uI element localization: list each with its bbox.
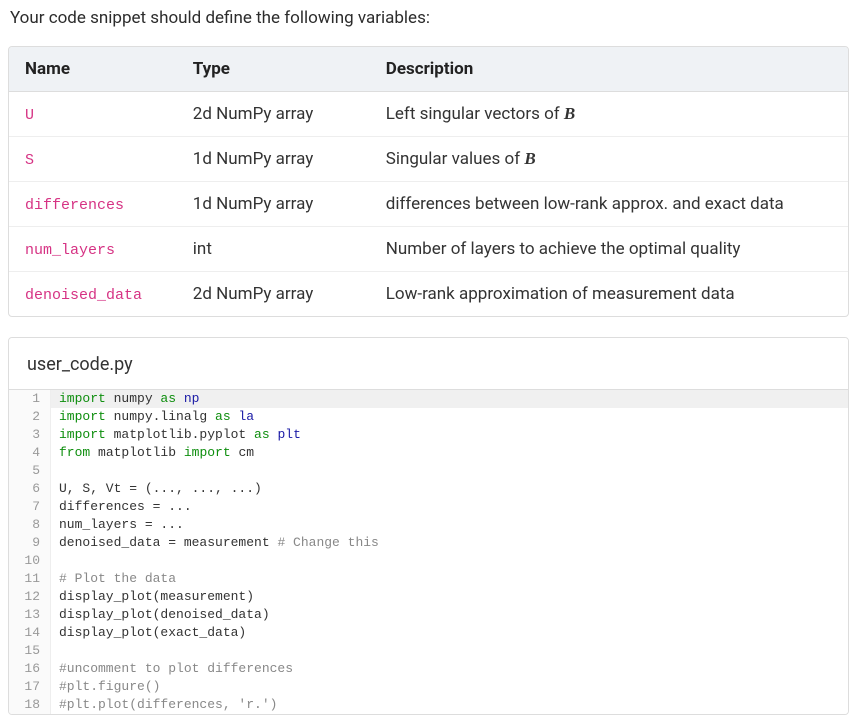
line-number: 18 (9, 696, 51, 714)
cell-var-desc: Low-rank approximation of measurement da… (370, 272, 848, 317)
cell-var-name: denoised_data (9, 272, 177, 317)
th-type: Type (177, 47, 370, 92)
cell-var-name: differences (9, 182, 177, 227)
code-line[interactable]: 1import numpy as np (9, 390, 848, 408)
table-header-row: Name Type Description (9, 47, 848, 92)
code-line[interactable]: 12display_plot(measurement) (9, 588, 848, 606)
code-content[interactable]: # Plot the data (51, 570, 176, 588)
table-row: S 1d NumPy arraySingular values of B (9, 137, 848, 182)
code-content[interactable]: import numpy.linalg as la (51, 408, 254, 426)
code-content[interactable]: display_plot(denoised_data) (51, 606, 270, 624)
code-content[interactable]: display_plot(measurement) (51, 588, 254, 606)
line-number: 17 (9, 678, 51, 696)
intro-text: Your code snippet should define the foll… (10, 8, 849, 28)
line-number: 15 (9, 642, 51, 660)
line-number: 12 (9, 588, 51, 606)
line-number: 7 (9, 498, 51, 516)
cell-var-type: 1d NumPy array (177, 137, 370, 182)
code-line[interactable]: 9denoised_data = measurement # Change th… (9, 534, 848, 552)
code-content[interactable]: display_plot(exact_data) (51, 624, 246, 642)
cell-var-desc: Left singular vectors of B (370, 92, 848, 137)
code-content[interactable]: num_layers = ... (51, 516, 184, 534)
line-number: 3 (9, 426, 51, 444)
code-line[interactable]: 18#plt.plot(differences, 'r.') (9, 696, 848, 714)
code-editor[interactable]: 1import numpy as np2import numpy.linalg … (9, 390, 848, 714)
variable-code: U (25, 107, 34, 124)
code-content[interactable]: differences = ... (51, 498, 192, 516)
code-filename: user_code.py (9, 338, 848, 390)
cell-var-type: int (177, 227, 370, 272)
th-name: Name (9, 47, 177, 92)
line-number: 9 (9, 534, 51, 552)
code-content[interactable]: U, S, Vt = (..., ..., ...) (51, 480, 262, 498)
th-desc: Description (370, 47, 848, 92)
cell-var-type: 1d NumPy array (177, 182, 370, 227)
code-line[interactable]: 17#plt.figure() (9, 678, 848, 696)
code-content[interactable]: #uncomment to plot differences (51, 660, 293, 678)
code-line[interactable]: 16#uncomment to plot differences (9, 660, 848, 678)
code-content[interactable]: import numpy as np (51, 390, 199, 408)
line-number: 4 (9, 444, 51, 462)
line-number: 10 (9, 552, 51, 570)
table-row: num_layers intNumber of layers to achieve… (9, 227, 848, 272)
code-content[interactable] (51, 642, 67, 660)
code-line[interactable]: 5 (9, 462, 848, 480)
code-line[interactable]: 2import numpy.linalg as la (9, 408, 848, 426)
cell-var-name: S (9, 137, 177, 182)
code-line[interactable]: 14display_plot(exact_data) (9, 624, 848, 642)
table-row: denoised_data 2d NumPy arrayLow-rank appr… (9, 272, 848, 317)
table-row: differences 1d NumPy arraydifferences bet… (9, 182, 848, 227)
math-variable: B (564, 104, 575, 123)
code-content[interactable]: from matplotlib import cm (51, 444, 254, 462)
cell-var-desc: differences between low-rank approx. and… (370, 182, 848, 227)
code-line[interactable]: 10 (9, 552, 848, 570)
code-line[interactable]: 15 (9, 642, 848, 660)
math-variable: B (524, 149, 535, 168)
cell-var-name: U (9, 92, 177, 137)
line-number: 2 (9, 408, 51, 426)
variable-code: S (25, 152, 34, 169)
line-number: 1 (9, 390, 51, 408)
line-number: 8 (9, 516, 51, 534)
variables-table: Name Type Description U2d NumPy arrayLef… (9, 47, 848, 316)
cell-var-type: 2d NumPy array (177, 92, 370, 137)
variables-table-container: Name Type Description U2d NumPy arrayLef… (8, 46, 849, 317)
code-line[interactable]: 7differences = ... (9, 498, 848, 516)
variable-code: num_layers (25, 242, 115, 259)
cell-var-desc: Number of layers to achieve the optimal … (370, 227, 848, 272)
code-content[interactable] (51, 462, 67, 480)
code-line[interactable]: 13display_plot(denoised_data) (9, 606, 848, 624)
table-row: U 2d NumPy arrayLeft singular vectors of … (9, 92, 848, 137)
variable-code: denoised_data (25, 287, 142, 304)
cell-var-desc: Singular values of B (370, 137, 848, 182)
line-number: 11 (9, 570, 51, 588)
code-content[interactable]: import matplotlib.pyplot as plt (51, 426, 301, 444)
code-line[interactable]: 8num_layers = ... (9, 516, 848, 534)
line-number: 16 (9, 660, 51, 678)
line-number: 14 (9, 624, 51, 642)
code-content[interactable]: denoised_data = measurement # Change thi… (51, 534, 379, 552)
code-line[interactable]: 4from matplotlib import cm (9, 444, 848, 462)
line-number: 13 (9, 606, 51, 624)
code-content[interactable]: #plt.plot(differences, 'r.') (51, 696, 277, 714)
code-panel: user_code.py 1import numpy as np2import … (8, 337, 849, 715)
variable-code: differences (25, 197, 124, 214)
cell-var-name: num_layers (9, 227, 177, 272)
code-line[interactable]: 11# Plot the data (9, 570, 848, 588)
line-number: 6 (9, 480, 51, 498)
cell-var-type: 2d NumPy array (177, 272, 370, 317)
line-number: 5 (9, 462, 51, 480)
code-content[interactable]: #plt.figure() (51, 678, 160, 696)
code-content[interactable] (51, 552, 67, 570)
code-line[interactable]: 3import matplotlib.pyplot as plt (9, 426, 848, 444)
code-line[interactable]: 6U, S, Vt = (..., ..., ...) (9, 480, 848, 498)
